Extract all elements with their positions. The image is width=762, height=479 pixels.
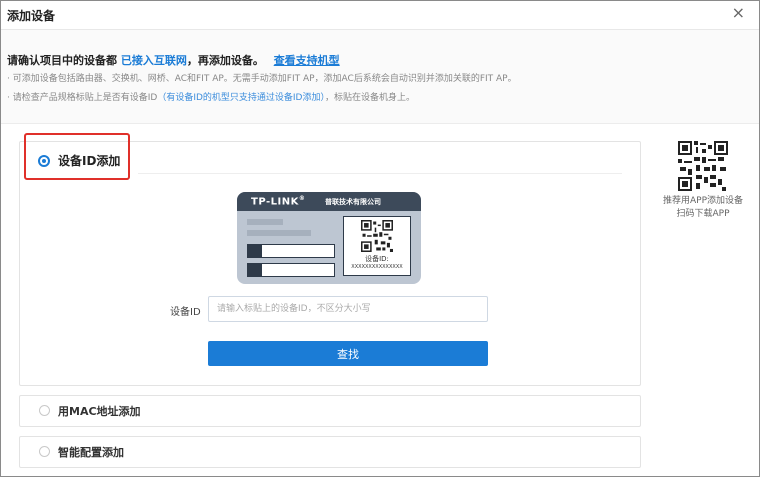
- note2-suffix: ，标贴在设备机身上。: [324, 93, 415, 103]
- brand-logo: TP-LINK®: [251, 195, 305, 207]
- label-bar: [247, 244, 335, 258]
- radio-unselected-icon[interactable]: [39, 405, 50, 416]
- option-mac-label: 用MAC地址添加: [58, 405, 141, 418]
- brand-mark: ®: [298, 195, 306, 202]
- add-device-dialog: 添加设备 × 请确认项目中的设备都 已接入互联网，再添加设备。 查看支持机型 ·…: [0, 0, 760, 477]
- supported-models-link[interactable]: 查看支持机型: [274, 54, 340, 67]
- option-mac-panel[interactable]: 用MAC地址添加: [19, 395, 641, 427]
- info-banner: 请确认项目中的设备都 已接入互联网，再添加设备。 查看支持机型 · 可添加设备包…: [1, 30, 759, 124]
- label-device-id-title: 设备ID:: [365, 255, 389, 263]
- app-promo-text: 推荐用APP添加设备扫码下载APP: [662, 196, 743, 219]
- note2-prefix: · 请检查产品规格标贴上是否有设备ID: [7, 93, 158, 103]
- dialog-header: 添加设备 ×: [1, 1, 759, 30]
- brand-text: TP-LINK: [251, 196, 299, 208]
- option-smart-panel[interactable]: 智能配置添加: [19, 436, 641, 468]
- device-id-field-label: 设备ID: [170, 307, 201, 318]
- label-line: [247, 219, 283, 225]
- info-main-suffix: ，再添加设备。: [186, 54, 264, 67]
- internet-text: 已接入互联网: [120, 54, 187, 67]
- label-device-id-value: XXXXXXXXXXXXXXX: [351, 264, 403, 270]
- label-bar: [247, 263, 335, 277]
- dialog-title: 添加设备: [7, 9, 56, 23]
- brand-company: 普联技术有限公司: [325, 198, 381, 206]
- label-header: TP-LINK® 普联技术有限公司: [237, 192, 421, 211]
- option-smart-label: 智能配置添加: [58, 446, 124, 459]
- app-qr-code-icon: [678, 141, 728, 191]
- label-qr-area: 设备ID: XXXXXXXXXXXXXXX: [343, 216, 411, 276]
- close-icon[interactable]: ×: [732, 3, 745, 22]
- device-id-input[interactable]: [208, 296, 488, 322]
- info-main-text: 请确认项目中的设备都 已接入互联网，再添加设备。 查看支持机型: [7, 52, 340, 68]
- product-label-illustration: TP-LINK® 普联技术有限公司 设备ID: XXXXXXXXXXXXXXX: [237, 192, 421, 284]
- info-main-prefix: 请确认项目中的设备都: [7, 54, 117, 67]
- search-button[interactable]: 查找: [208, 341, 488, 366]
- note-devices: · 可添加设备包括路由器、交换机、网桥、AC和FIT AP。无需手动添加FIT …: [7, 74, 517, 84]
- label-line: [247, 230, 311, 236]
- divider: [138, 173, 622, 174]
- highlight-box: [24, 133, 130, 180]
- note-label: · 请检查产品规格标贴上是否有设备ID（有设备ID的机型只支持通过设备ID添加）…: [7, 90, 415, 103]
- radio-unselected-icon[interactable]: [39, 446, 50, 457]
- note2-blue: （有设备ID的机型只支持通过设备ID添加）: [157, 93, 325, 103]
- qr-code-icon: [361, 220, 393, 252]
